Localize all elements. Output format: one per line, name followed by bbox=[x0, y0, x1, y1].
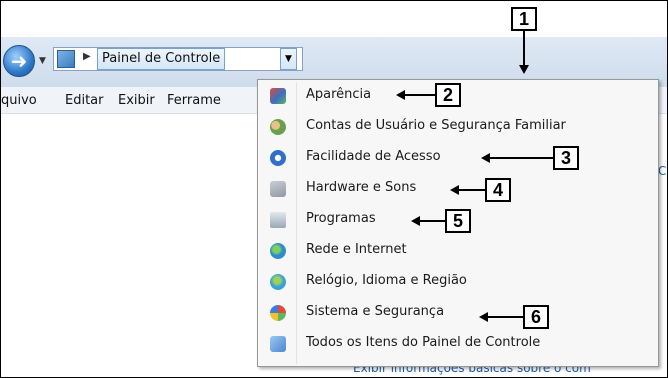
callout-1-arrowhead bbox=[519, 65, 529, 74]
chevron-down-icon[interactable]: ▼ bbox=[280, 48, 297, 70]
system-security-icon bbox=[270, 305, 286, 321]
callout-1: 1 bbox=[511, 7, 537, 31]
menu-item-label: Contas de Usuário e Segurança Familiar bbox=[306, 118, 566, 133]
recent-pages-dropdown-icon[interactable]: ▼ bbox=[39, 56, 49, 66]
callout-6-arrowhead bbox=[479, 312, 488, 322]
callout-4-line bbox=[457, 189, 485, 191]
menu-item-system-security[interactable]: Sistema e Segurança bbox=[258, 299, 658, 327]
callout-4-arrowhead bbox=[450, 185, 459, 195]
ease-of-access-icon bbox=[270, 150, 286, 166]
chevron-right-icon[interactable]: ▶ bbox=[83, 51, 91, 62]
menu-view[interactable]: Exibir bbox=[118, 93, 155, 108]
menu-item-user-accounts[interactable]: Contas de Usuário e Segurança Familiar bbox=[258, 113, 658, 141]
control-panel-icon bbox=[270, 336, 286, 352]
menu-item-label: Hardware e Sons bbox=[306, 180, 417, 195]
menu-item-label: Rede e Internet bbox=[306, 242, 407, 257]
menu-item-all-control-panel[interactable]: Todos os Itens do Painel de Controle bbox=[258, 330, 658, 358]
menu-item-label: Todos os Itens do Painel de Controle bbox=[306, 335, 541, 350]
callout-6-line bbox=[486, 316, 523, 318]
programs-icon bbox=[270, 212, 286, 228]
menu-item-clock-language[interactable]: Relógio, Idioma e Região bbox=[258, 268, 658, 296]
callout-6: 6 bbox=[523, 305, 549, 329]
callout-5-arrowhead bbox=[411, 216, 420, 226]
background-link-fragment[interactable]: C bbox=[658, 164, 666, 178]
menu-item-label: Aparência bbox=[306, 87, 372, 102]
menu-edit[interactable]: Editar bbox=[65, 93, 104, 108]
callout-5-line bbox=[418, 220, 445, 222]
callout-2-line bbox=[403, 94, 435, 96]
network-icon bbox=[270, 243, 286, 259]
menu-item-label: Programas bbox=[306, 211, 376, 226]
appearance-icon bbox=[270, 88, 286, 104]
callout-3: 3 bbox=[553, 146, 579, 170]
callout-2: 2 bbox=[435, 83, 461, 107]
forward-button[interactable]: ➜ bbox=[3, 45, 35, 77]
callout-3-line bbox=[488, 157, 553, 159]
callout-2-arrowhead bbox=[396, 90, 405, 100]
callout-4: 4 bbox=[485, 178, 511, 202]
user-accounts-icon bbox=[270, 119, 286, 135]
breadcrumb-control-panel[interactable]: Painel de Controle bbox=[97, 48, 226, 70]
control-panel-icon bbox=[57, 50, 75, 68]
menu-item-label: Relógio, Idioma e Região bbox=[306, 273, 467, 288]
menu-item-label: Facilidade de Acesso bbox=[306, 149, 441, 164]
menu-item-ease-of-access[interactable]: Facilidade de Acesso bbox=[258, 144, 658, 172]
menu-item-label: Sistema e Segurança bbox=[306, 304, 445, 319]
hardware-sound-icon bbox=[270, 181, 286, 197]
clock-language-icon bbox=[270, 274, 286, 290]
menu-file[interactable]: quivo bbox=[1, 93, 37, 108]
menu-tools[interactable]: Ferrame bbox=[167, 93, 221, 108]
callout-3-arrowhead bbox=[481, 153, 490, 163]
callout-5: 5 bbox=[445, 209, 471, 233]
menu-item-network[interactable]: Rede e Internet bbox=[258, 237, 658, 265]
window: ➜ ▼ ▶ Painel de Controle ▼ quivo Editar … bbox=[0, 0, 668, 378]
callout-1-line bbox=[523, 31, 525, 66]
